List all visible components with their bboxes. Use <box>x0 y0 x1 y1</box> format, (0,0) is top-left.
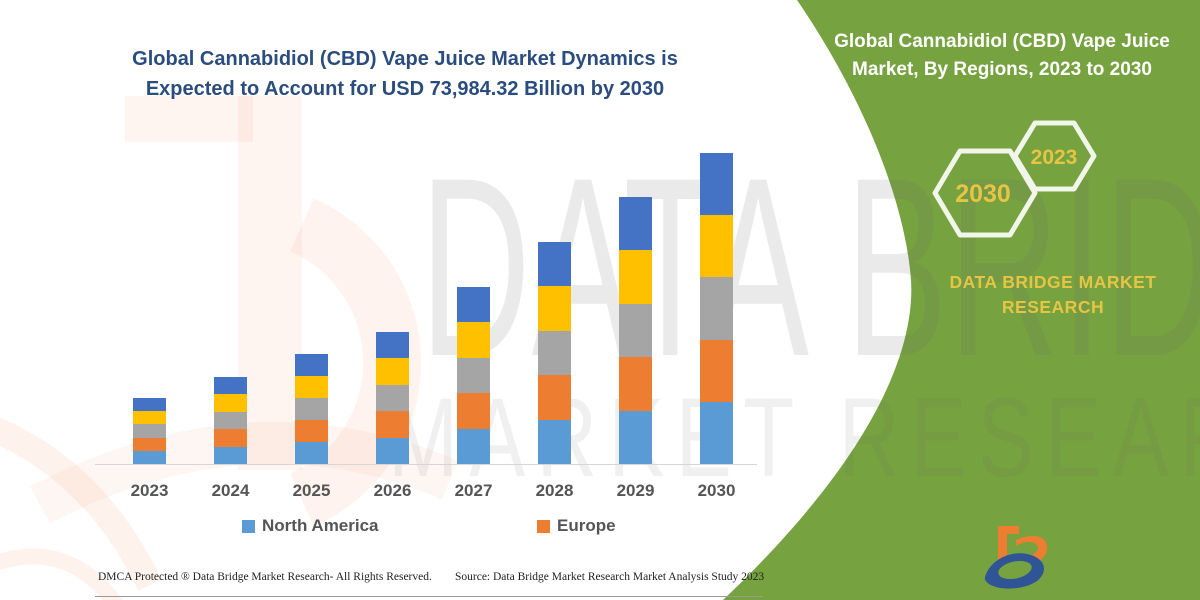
data-bridge-logo-icon <box>984 526 1048 589</box>
infographic-canvas: DATA BRIDGE MARKET RESEARCH Global Canna… <box>0 0 1200 600</box>
